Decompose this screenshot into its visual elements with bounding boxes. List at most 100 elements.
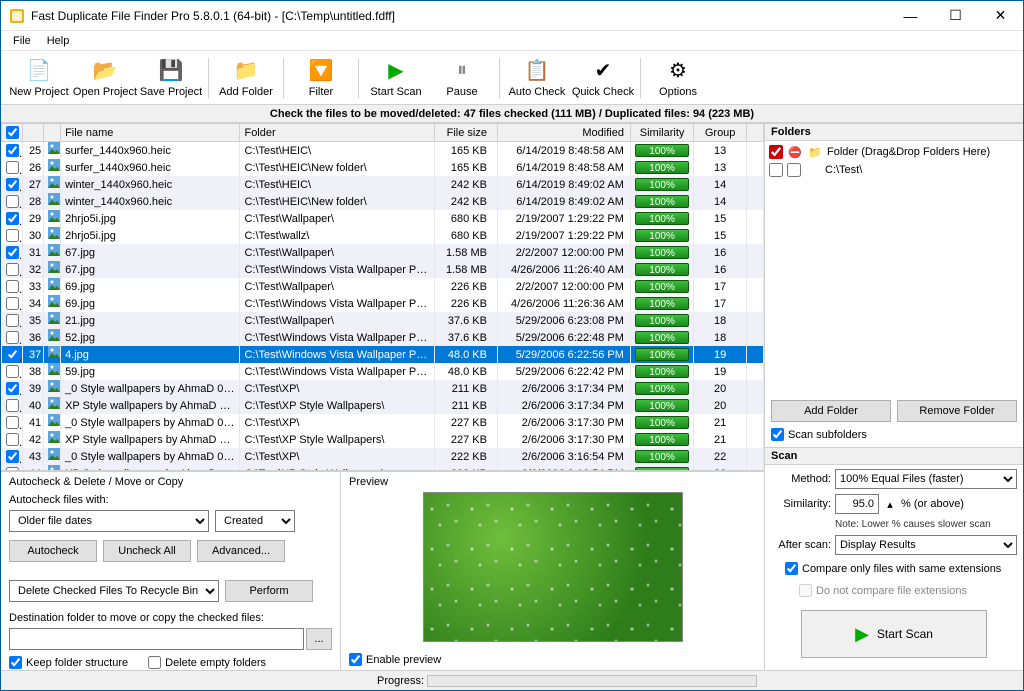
auto-check-button[interactable]: 📋Auto Check (505, 53, 569, 103)
add-folder-button[interactable]: 📁Add Folder (214, 53, 278, 103)
col-similarity-header[interactable]: Similarity (630, 124, 693, 142)
row-checkbox[interactable] (6, 450, 19, 463)
browse-dest-button[interactable]: ... (306, 628, 332, 650)
table-row[interactable]: 28winter_1440x960.heicC:\Test\HEIC\New f… (2, 193, 764, 210)
row-checkbox[interactable] (6, 416, 19, 429)
folder-include-checkbox[interactable] (769, 163, 783, 177)
start-scan-button[interactable]: ▶Start Scan (364, 53, 428, 103)
new-project-button[interactable]: 📄New Project (7, 53, 71, 103)
add-folder-icon: 📁 (233, 58, 259, 84)
table-row[interactable]: 25surfer_1440x960.heicC:\Test\HEIC\165 K… (2, 142, 764, 160)
row-checkbox[interactable] (6, 433, 19, 446)
file-icon (44, 312, 61, 329)
row-checkbox[interactable] (6, 297, 19, 310)
row-checkbox[interactable] (6, 161, 19, 174)
titlebar: Fast Duplicate File Finder Pro 5.8.0.1 (… (1, 1, 1023, 31)
row-checkbox[interactable] (6, 229, 19, 242)
advanced-button[interactable]: Advanced... (197, 540, 285, 562)
table-row[interactable]: 292hrjo5i.jpgC:\Test\Wallpaper\680 KB2/1… (2, 210, 764, 227)
criteria-select[interactable]: Older file dates (9, 510, 209, 532)
open-project-button[interactable]: 📂Open Project (73, 53, 137, 103)
table-row[interactable]: 42XP Style wallpapers by AhmaD 004.jpgC:… (2, 431, 764, 448)
menu-help[interactable]: Help (39, 33, 78, 49)
table-row[interactable]: 39_0 Style wallpapers by AhmaD 003.jpgC:… (2, 380, 764, 397)
col-size-header[interactable]: File size (434, 124, 497, 142)
start-scan-button[interactable]: ▶ Start Scan (801, 610, 987, 658)
file-icon (44, 193, 61, 210)
close-button[interactable]: ✕ (978, 1, 1023, 30)
table-row[interactable]: 374.jpgC:\Test\Windows Vista Wallpaper P… (2, 346, 764, 363)
col-group-header[interactable]: Group (694, 124, 747, 142)
row-checkbox[interactable] (6, 280, 19, 293)
action-select[interactable]: Delete Checked Files To Recycle Bin (9, 580, 219, 602)
similarity-input[interactable] (835, 494, 879, 514)
filter-button[interactable]: 🔽Filter (289, 53, 353, 103)
row-checkbox[interactable] (6, 263, 19, 276)
window-title: Fast Duplicate File Finder Pro 5.8.0.1 (… (31, 9, 888, 23)
table-row[interactable]: 27winter_1440x960.heicC:\Test\HEIC\242 K… (2, 176, 764, 193)
table-row[interactable]: 41_0 Style wallpapers by AhmaD 004.jpgC:… (2, 414, 764, 431)
table-row[interactable]: 3167.jpgC:\Test\Wallpaper\1.58 MB2/2/200… (2, 244, 764, 261)
row-checkbox[interactable] (6, 314, 19, 327)
row-checkbox[interactable] (6, 246, 19, 259)
col-name-header[interactable]: File name (61, 124, 240, 142)
same-ext-checkbox[interactable]: Compare only files with same extensions (771, 560, 1017, 577)
table-row[interactable]: 302hrjo5i.jpgC:\Test\wallz\680 KB2/19/20… (2, 227, 764, 244)
enable-preview-checkbox[interactable]: Enable preview (349, 653, 756, 666)
row-checkbox[interactable] (6, 382, 19, 395)
perform-button[interactable]: Perform (225, 580, 313, 602)
autocheck-button[interactable]: Autocheck (9, 540, 97, 562)
col-check-header[interactable] (2, 124, 23, 142)
table-row[interactable]: 3859.jpgC:\Test\Windows Vista Wallpaper … (2, 363, 764, 380)
col-folder-header[interactable]: Folder (240, 124, 434, 142)
table-row[interactable]: 43_0 Style wallpapers by AhmaD 005.jpgC:… (2, 448, 764, 465)
preview-image (423, 492, 683, 642)
scan-subfolders-checkbox[interactable]: Scan subfolders (765, 426, 1023, 443)
start-scan-icon: ▶ (383, 58, 409, 84)
row-checkbox[interactable] (6, 348, 19, 361)
uncheck-all-button[interactable]: Uncheck All (103, 540, 191, 562)
table-row[interactable]: 3521.jpgC:\Test\Wallpaper\37.6 KB5/29/20… (2, 312, 764, 329)
delete-empty-checkbox[interactable]: Delete empty folders (148, 656, 266, 669)
options-button[interactable]: ⚙Options (646, 53, 710, 103)
folder-row[interactable]: C:\Test\ (769, 161, 1019, 179)
folder-placeholder-row: ⛔ 📁 Folder (Drag&Drop Folders Here) (769, 143, 1019, 161)
minimize-button[interactable]: — (888, 1, 933, 30)
spin-icon[interactable]: ▴ (883, 498, 897, 511)
col-modified-header[interactable]: Modified (497, 124, 630, 142)
app-icon (9, 8, 25, 24)
no-ext-checkbox[interactable]: Do not compare file extensions (771, 582, 1017, 599)
date-type-select[interactable]: Created (215, 510, 295, 532)
table-row[interactable]: 40XP Style wallpapers by AhmaD 003.jpgC:… (2, 397, 764, 414)
method-select[interactable]: 100% Equal Files (faster) (835, 469, 1017, 489)
folders-header: Folders (765, 123, 1023, 141)
row-checkbox[interactable] (6, 365, 19, 378)
folder-include-all-checkbox[interactable] (769, 145, 783, 159)
filter-icon: 🔽 (308, 58, 334, 84)
afterscan-select[interactable]: Display Results (835, 535, 1017, 555)
remove-folder-button[interactable]: Remove Folder (897, 400, 1017, 422)
row-checkbox[interactable] (6, 399, 19, 412)
row-checkbox[interactable] (6, 331, 19, 344)
file-table[interactable]: File name Folder File size Modified Simi… (1, 123, 764, 470)
table-row[interactable]: 3369.jpgC:\Test\Wallpaper\226 KB2/2/2007… (2, 278, 764, 295)
table-row[interactable]: 3267.jpgC:\Test\Windows Vista Wallpaper … (2, 261, 764, 278)
row-checkbox[interactable] (6, 178, 19, 191)
row-checkbox[interactable] (6, 195, 19, 208)
row-checkbox[interactable] (6, 212, 19, 225)
preview-panel: Preview Enable preview (341, 472, 764, 670)
pause-button[interactable]: ⏸Pause (430, 53, 494, 103)
add-folder-button[interactable]: Add Folder (771, 400, 891, 422)
maximize-button[interactable]: ☐ (933, 1, 978, 30)
table-row[interactable]: 26surfer_1440x960.heicC:\Test\HEIC\New f… (2, 159, 764, 176)
table-row[interactable]: 3652.jpgC:\Test\Windows Vista Wallpaper … (2, 329, 764, 346)
folder-exclude-checkbox[interactable] (787, 163, 801, 177)
row-checkbox[interactable] (6, 144, 19, 157)
table-row[interactable]: 3469.jpgC:\Test\Windows Vista Wallpaper … (2, 295, 764, 312)
keep-structure-checkbox[interactable]: Keep folder structure (9, 656, 128, 669)
save-project-button[interactable]: 💾Save Project (139, 53, 203, 103)
dest-folder-input[interactable] (9, 628, 304, 650)
file-icon (44, 363, 61, 380)
menu-file[interactable]: File (5, 33, 39, 49)
quick-check-button[interactable]: ✔Quick Check (571, 53, 635, 103)
